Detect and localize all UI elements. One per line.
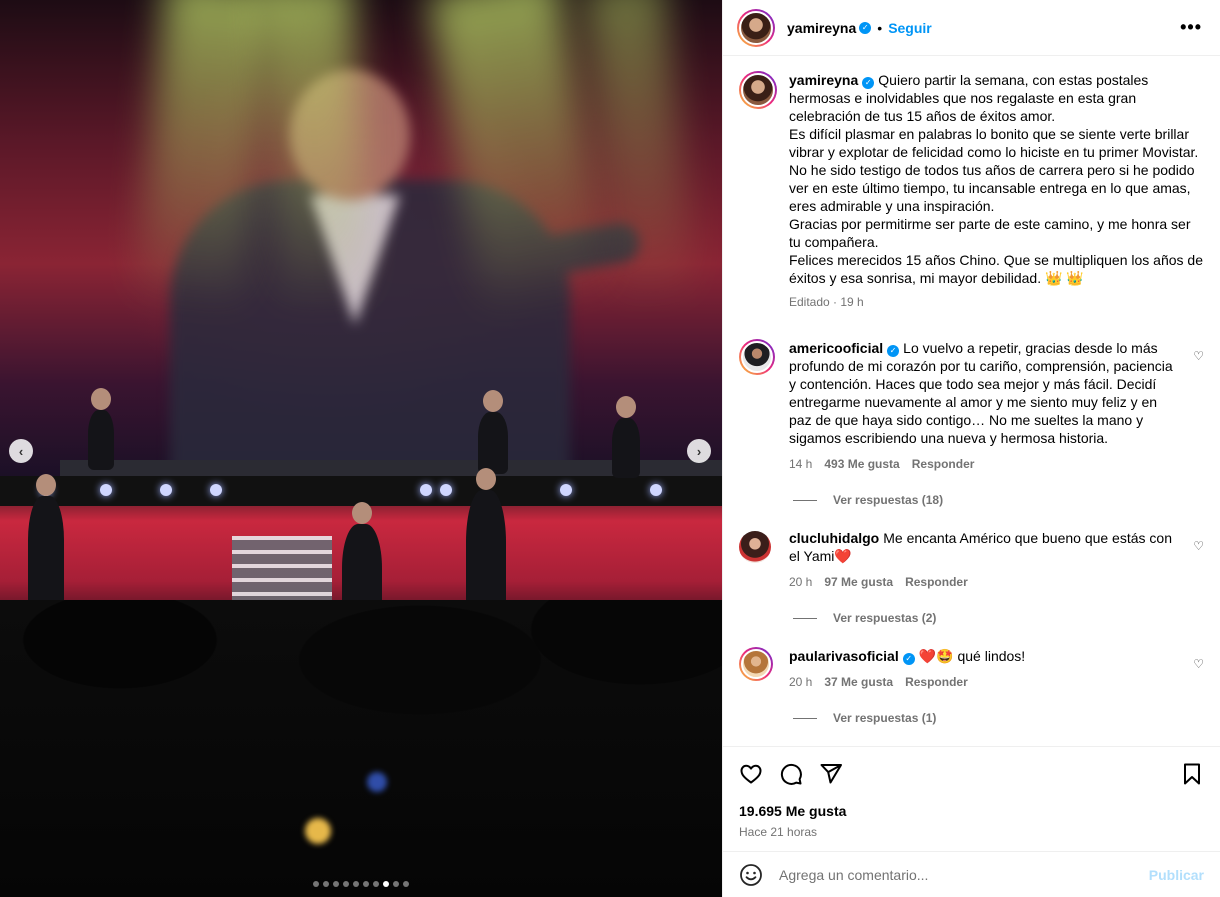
- reply-button[interactable]: Responder: [905, 573, 968, 591]
- comment-time: 20 h: [789, 575, 813, 589]
- comment-item: paularivasoficial ✓ ❤️🤩 qué lindos! 20 h 3…: [739, 647, 1204, 691]
- commenter-avatar[interactable]: [739, 531, 771, 563]
- commenter-username[interactable]: paularivasoficial: [789, 648, 899, 664]
- concert-photo: [0, 0, 722, 897]
- post-header: yamireyna ✓ • Seguir •••: [723, 0, 1220, 56]
- header-separator: •: [877, 19, 883, 36]
- bookmark-icon[interactable]: [1180, 762, 1204, 786]
- carousel-dot: [373, 881, 379, 887]
- carousel-dot: [383, 881, 389, 887]
- heart-icon[interactable]: [739, 762, 763, 786]
- post-time[interactable]: Hace 21 horas: [739, 825, 1204, 839]
- carousel-dot: [333, 881, 339, 887]
- carousel-dot: [343, 881, 349, 887]
- commenter-username[interactable]: clucluhidalgo: [789, 530, 879, 546]
- carousel-dot: [363, 881, 369, 887]
- likes-count[interactable]: 19.695 Me gusta: [739, 803, 1204, 819]
- edited-timestamp: Editado · 19 h: [789, 295, 864, 309]
- commenter-avatar[interactable]: [739, 647, 773, 681]
- author-username[interactable]: yamireyna: [787, 20, 856, 36]
- emoji-icon[interactable]: [739, 863, 763, 887]
- view-replies-button[interactable]: Ver respuestas (1): [793, 711, 1204, 725]
- view-replies-button[interactable]: Ver respuestas (2): [793, 611, 1204, 625]
- post-panel: yamireyna ✓ • Seguir ••• yamireyna ✓ Quier…: [722, 0, 1220, 897]
- commenter-avatar[interactable]: [739, 339, 775, 375]
- carousel-dot: [313, 881, 319, 887]
- more-options-icon[interactable]: •••: [1180, 17, 1206, 38]
- carousel-dot: [353, 881, 359, 887]
- comment-text: ❤️🤩 qué lindos!: [918, 648, 1026, 664]
- verified-badge-icon: ✓: [902, 653, 915, 665]
- follow-button[interactable]: Seguir: [888, 20, 932, 36]
- comment-icon[interactable]: [779, 762, 803, 786]
- comments-section[interactable]: yamireyna ✓ Quiero partir la semana, con e…: [723, 57, 1220, 746]
- view-replies-button[interactable]: Ver respuestas (18): [793, 493, 1204, 507]
- comment-composer: Publicar: [723, 851, 1220, 897]
- comment-likes[interactable]: 97 Me gusta: [824, 573, 893, 591]
- comment-time: 20 h: [789, 675, 813, 689]
- share-icon[interactable]: [819, 762, 843, 786]
- post-actions: 19.695 Me gusta Hace 21 horas: [723, 746, 1220, 839]
- comment-input[interactable]: [779, 866, 1149, 883]
- like-comment-heart-icon[interactable]: ♡: [1193, 657, 1204, 671]
- caption-text: Quiero partir la semana, con estas posta…: [789, 72, 1204, 286]
- commenter-username[interactable]: americooficial: [789, 340, 883, 356]
- caption-avatar[interactable]: [739, 71, 777, 109]
- post-media[interactable]: ‹ ›: [0, 0, 722, 897]
- carousel-prev-button[interactable]: ‹: [9, 439, 33, 463]
- comment-time: 14 h: [789, 457, 813, 471]
- carousel-dots: [0, 881, 722, 887]
- carousel-dot: [323, 881, 329, 887]
- reply-button[interactable]: Responder: [905, 673, 968, 691]
- like-comment-heart-icon[interactable]: ♡: [1193, 349, 1204, 363]
- verified-badge-icon: ✓: [862, 77, 875, 89]
- verified-badge-icon: ✓: [887, 345, 900, 357]
- carousel-dot: [403, 881, 409, 887]
- publish-button[interactable]: Publicar: [1149, 867, 1204, 883]
- caption: yamireyna ✓ Quiero partir la semana, con e…: [739, 71, 1204, 311]
- verified-badge-icon: ✓: [859, 21, 872, 34]
- comment-item: clucluhidalgo Me encanta Américo que buen…: [739, 529, 1204, 591]
- carousel-next-button[interactable]: ›: [687, 439, 711, 463]
- like-comment-heart-icon[interactable]: ♡: [1193, 539, 1204, 553]
- comment-likes[interactable]: 493 Me gusta: [824, 455, 899, 473]
- author-avatar[interactable]: [737, 8, 775, 47]
- comment-likes[interactable]: 37 Me gusta: [824, 673, 893, 691]
- reply-button[interactable]: Responder: [912, 455, 975, 473]
- caption-username[interactable]: yamireyna: [789, 72, 858, 88]
- carousel-dot: [393, 881, 399, 887]
- comment-item: americooficial ✓ Lo vuelvo a repetir, grac…: [739, 339, 1204, 473]
